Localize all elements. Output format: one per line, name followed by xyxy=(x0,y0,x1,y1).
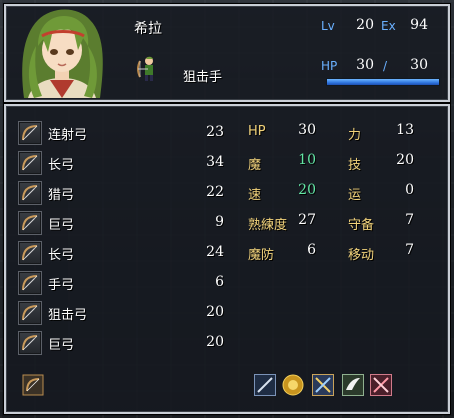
stat-mag-value: 10 xyxy=(298,152,316,168)
hp-current: 30 xyxy=(356,57,374,73)
bow-icon xyxy=(18,211,42,235)
stat-def-value: 7 xyxy=(405,212,414,228)
weapon-item[interactable]: 长弓 24 xyxy=(18,238,230,268)
archer-icon xyxy=(134,55,162,83)
weapon-uses: 20 xyxy=(206,304,224,320)
hp-bar-fill xyxy=(327,79,439,85)
crossed-swords-icon[interactable] xyxy=(312,374,334,396)
level-value: 20 xyxy=(356,17,374,33)
weapon-list: 连射弓 23 长弓 34 猎弓 22 巨弓 9 长弓 24 手弓 6 狙击弓 2… xyxy=(18,118,230,358)
stat-res-label: 魔防 xyxy=(248,248,275,263)
bow-icon xyxy=(18,151,42,175)
sun-medallion-icon[interactable] xyxy=(282,374,304,396)
hp-label: HP xyxy=(321,59,338,73)
stat-mov-label: 移动 xyxy=(348,248,375,263)
weapon-uses: 9 xyxy=(215,214,224,230)
weapon-uses: 24 xyxy=(206,244,224,260)
bow-icon xyxy=(18,241,42,265)
stat-hp-value: 30 xyxy=(298,122,316,138)
weapon-item[interactable]: 狙击弓 20 xyxy=(18,298,230,328)
bow-icon xyxy=(18,181,42,205)
stat-str-label: 力 xyxy=(348,128,362,143)
bow-icon xyxy=(18,271,42,295)
weapon-uses: 23 xyxy=(206,124,224,140)
weapon-uses: 20 xyxy=(206,334,224,350)
unit-class: 狙击手 xyxy=(183,70,223,85)
stat-skl-value: 20 xyxy=(396,152,414,168)
stat-mag-label: 魔 xyxy=(248,158,262,173)
weapon-item[interactable]: 长弓 34 xyxy=(18,148,230,178)
weapon-name: 猎弓 xyxy=(48,187,75,203)
stat-spd-label: 速 xyxy=(248,188,262,203)
weapon-item[interactable]: 巨弓 20 xyxy=(18,328,230,358)
stat-str-value: 13 xyxy=(396,122,414,138)
stat-spd-value: 20 xyxy=(298,182,316,198)
weapon-item[interactable]: 手弓 6 xyxy=(18,268,230,298)
weapon-item[interactable]: 猎弓 22 xyxy=(18,178,230,208)
wing-icon[interactable] xyxy=(342,374,364,396)
bow-icon xyxy=(18,331,42,355)
stat-skl-label: 技 xyxy=(348,158,362,173)
level-label: Lv xyxy=(321,19,335,33)
weapon-item[interactable]: 连射弓 23 xyxy=(18,118,230,148)
bow-icon xyxy=(18,301,42,325)
stat-hp-label: HP xyxy=(248,124,266,139)
item-bag-icon[interactable] xyxy=(22,374,44,396)
weapon-name: 狙击弓 xyxy=(48,307,88,323)
stat-mov-value: 7 xyxy=(405,242,414,258)
hp-slash: / xyxy=(383,59,388,73)
weapon-name: 长弓 xyxy=(48,157,75,173)
stat-res-value: 6 xyxy=(307,242,316,258)
stat-wlv-value: 27 xyxy=(298,212,316,228)
stat-def-label: 守备 xyxy=(348,218,375,233)
bow-icon xyxy=(18,121,42,145)
exp-value: 94 xyxy=(410,17,428,33)
exp-label: Ex xyxy=(381,19,396,33)
weapon-name: 手弓 xyxy=(48,277,75,293)
weapon-name: 长弓 xyxy=(48,247,75,263)
character-portrait xyxy=(12,6,112,98)
stat-lck-value: 0 xyxy=(405,182,414,198)
weapon-uses: 6 xyxy=(215,274,224,290)
hp-bar xyxy=(326,78,440,86)
crossed-arrows-icon[interactable] xyxy=(370,374,392,396)
weapon-name: 巨弓 xyxy=(48,337,75,353)
stat-lck-label: 运 xyxy=(348,188,362,203)
weapon-name: 巨弓 xyxy=(48,217,75,233)
weapon-name: 连射弓 xyxy=(48,127,88,143)
unit-name: 希拉 xyxy=(134,21,162,37)
weapon-item[interactable]: 巨弓 9 xyxy=(18,208,230,238)
sword-skill-icon[interactable] xyxy=(254,374,276,396)
hp-max: 30 xyxy=(410,57,428,73)
weapon-uses: 22 xyxy=(206,184,224,200)
weapon-uses: 34 xyxy=(206,154,224,170)
